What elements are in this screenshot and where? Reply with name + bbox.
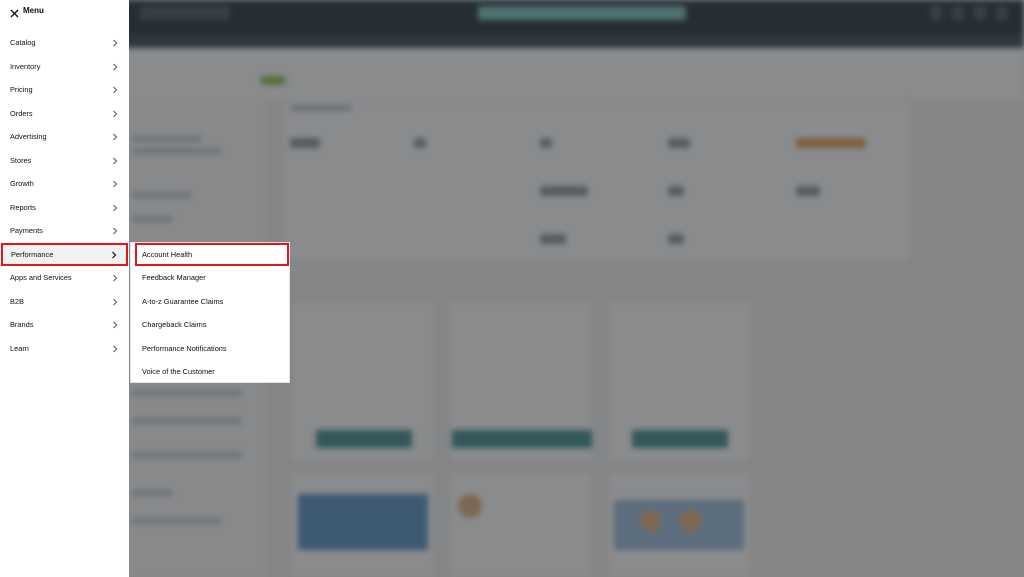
menu-item-reports[interactable]: Reports <box>0 196 129 220</box>
submenu-item-label: Account Health <box>142 250 193 259</box>
menu-item-label: Growth <box>10 179 34 188</box>
menu-item-b2b[interactable]: B2B <box>0 290 129 314</box>
chevron-right-icon <box>111 55 119 79</box>
submenu-item-label: A-to-z Guarantee Claims <box>142 296 224 306</box>
menu-header: Menu <box>0 0 129 26</box>
submenu-item-feedback-manager[interactable]: Feedback Manager <box>131 266 289 289</box>
menu-item-payments[interactable]: Payments <box>0 219 129 243</box>
menu-item-label: Orders <box>10 108 33 118</box>
submenu-item-label: Performance Notifications <box>142 343 227 353</box>
menu-item-label: Inventory <box>10 61 41 71</box>
chevron-right-icon <box>111 219 119 243</box>
submenu-item-label: Feedback Manager <box>142 273 206 283</box>
menu-item-label: Pricing <box>10 85 33 94</box>
submenu-item-account-health[interactable]: Account Health <box>135 243 289 267</box>
menu-item-label: Brands <box>10 320 34 329</box>
submenu-item-a-to-z-claims[interactable]: A-to-z Guarantee Claims <box>131 290 289 313</box>
close-icon[interactable] <box>9 6 20 18</box>
menu-item-label: Advertising <box>10 132 47 141</box>
menu-item-inventory[interactable]: Inventory <box>0 55 129 79</box>
chevron-right-icon <box>111 313 119 337</box>
menu-item-label: Payments <box>10 226 43 235</box>
chevron-right-icon <box>111 337 119 361</box>
menu-title: Menu <box>23 6 44 15</box>
chevron-right-icon <box>111 78 119 102</box>
chevron-right-icon <box>111 102 119 126</box>
menu-item-brands[interactable]: Brands <box>0 313 129 337</box>
navigation-menu: Menu Catalog Inventory Pricing Orders Ad… <box>0 0 129 577</box>
chevron-right-icon <box>111 31 119 55</box>
menu-item-apps-and-services[interactable]: Apps and Services <box>0 266 129 290</box>
menu-item-growth[interactable]: Growth <box>0 172 129 196</box>
submenu-item-label: Chargeback Claims <box>142 320 207 330</box>
chevron-right-icon <box>111 290 119 314</box>
menu-list: Catalog Inventory Pricing Orders Adverti… <box>0 31 129 360</box>
chevron-right-icon <box>111 172 119 196</box>
chevron-right-icon <box>110 243 118 267</box>
menu-item-label: Apps and Services <box>10 273 72 282</box>
menu-item-label: Stores <box>10 155 32 165</box>
submenu-item-label: Voice of the Customer <box>142 366 215 376</box>
submenu-item-voice-of-the-customer[interactable]: Voice of the Customer <box>131 360 289 383</box>
menu-item-label: Catalog <box>10 38 36 47</box>
menu-item-performance[interactable]: Performance <box>1 242 128 267</box>
menu-item-pricing[interactable]: Pricing <box>0 78 129 102</box>
chevron-right-icon <box>111 125 119 149</box>
submenu-item-performance-notifications[interactable]: Performance Notifications <box>131 337 289 360</box>
performance-submenu: Account Health Feedback Manager A-to-z G… <box>130 242 290 383</box>
menu-item-label: Performance <box>11 249 54 259</box>
menu-item-advertising[interactable]: Advertising <box>0 125 129 149</box>
submenu-item-chargeback-claims[interactable]: Chargeback Claims <box>131 313 289 336</box>
menu-item-label: Learn <box>10 343 29 353</box>
menu-item-label: Reports <box>10 202 36 212</box>
menu-item-learn[interactable]: Learn <box>0 337 129 361</box>
chevron-right-icon <box>111 266 119 290</box>
menu-item-orders[interactable]: Orders <box>0 102 129 126</box>
chevron-right-icon <box>111 196 119 220</box>
chevron-right-icon <box>111 149 119 173</box>
submenu-list: Account Health Feedback Manager A-to-z G… <box>131 243 289 383</box>
menu-item-label: B2B <box>10 296 24 306</box>
menu-item-catalog[interactable]: Catalog <box>0 31 129 55</box>
menu-item-stores[interactable]: Stores <box>0 149 129 173</box>
